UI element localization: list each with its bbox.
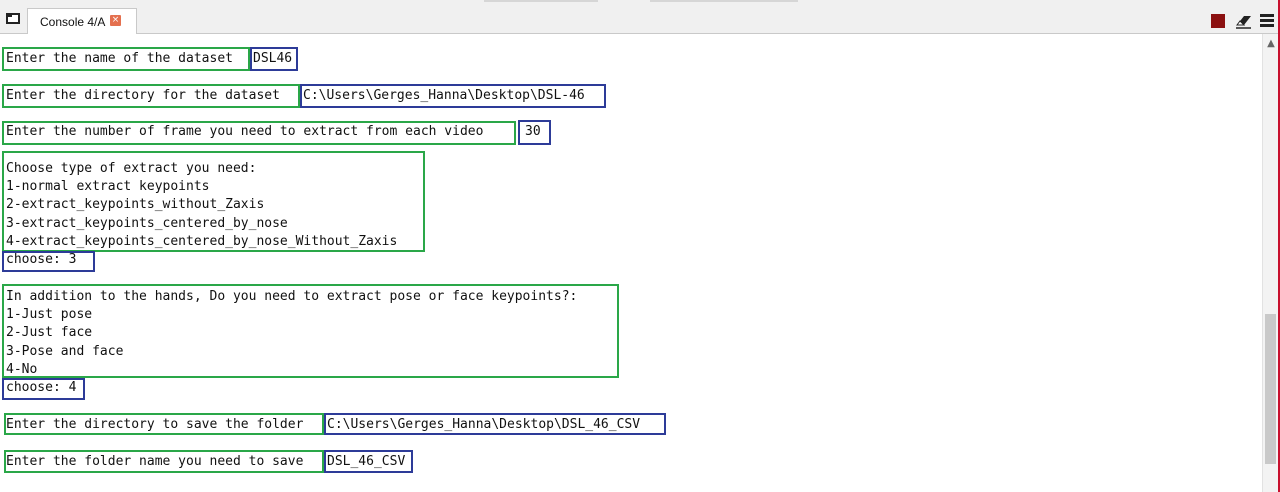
prompt-text: Enter the number of frame you need to ex… [6,124,484,139]
console-line: Enter the number of frame you need to ex… [6,123,541,141]
tab-console-4a[interactable]: Console 4/A × [27,8,137,35]
prompt-text: Enter the directory to save the folder [6,417,304,432]
console-line: Choose type of extract you need: [6,161,257,176]
prompt-text: Enter the folder name you need to save [6,454,304,469]
option-line: 2-Just face [6,325,93,340]
console-line: In addition to the hands, Do you need to… [6,289,578,304]
option-line: 3-extract_keypoints_centered_by_nose [6,216,288,231]
hamburger-menu-icon[interactable] [1259,14,1275,28]
close-icon[interactable]: × [110,15,121,26]
console-line: Enter the folder name you need to save DS… [6,453,405,471]
choice-line: choose: 3 [6,252,77,267]
choice-line: choose: 4 [6,380,77,395]
console-output[interactable]: Enter the name of the dataset DSL46 Enter… [0,34,1262,492]
eraser-icon[interactable] [1235,12,1253,30]
answer-text: DSL_46_CSV [327,454,406,469]
scrollbar-thumb[interactable] [1265,314,1276,464]
toolbar-fragment [484,0,598,2]
scroll-up-arrow-icon[interactable]: ▲ [1265,38,1277,50]
answer-text: C:\Users\Gerges_Hanna\Desktop\DSL-46 [303,88,585,103]
option-line: 1-normal extract keypoints [6,179,210,194]
window-icon[interactable] [6,13,20,24]
console-line: Enter the directory for the dataset C:\Us… [6,87,585,105]
prompt-text: Enter the directory for the dataset [6,88,280,103]
option-line: 2-extract_keypoints_without_Zaxis [6,197,265,212]
option-line: 4-No [6,362,38,377]
answer-text: 30 [525,124,541,139]
answer-text: DSL46 [253,51,293,66]
tab-label: Console 4/A [40,15,106,29]
console-tab-bar: Console 4/A × [0,0,1280,35]
vertical-scrollbar[interactable]: ▲ [1262,34,1278,492]
option-line: 3-Pose and face [6,344,124,359]
prompt-text: Enter the name of the dataset [6,51,233,66]
console-line: Enter the directory to save the folder C:… [6,416,640,434]
console-line: Enter the name of the dataset DSL46 [6,50,292,68]
answer-text: C:\Users\Gerges_Hanna\Desktop\DSL_46_CSV [327,417,641,432]
option-line: 4-extract_keypoints_centered_by_nose_Wit… [6,234,398,249]
stop-icon[interactable] [1211,14,1225,28]
option-line: 1-Just pose [6,307,93,322]
toolbar-fragment [650,0,798,2]
